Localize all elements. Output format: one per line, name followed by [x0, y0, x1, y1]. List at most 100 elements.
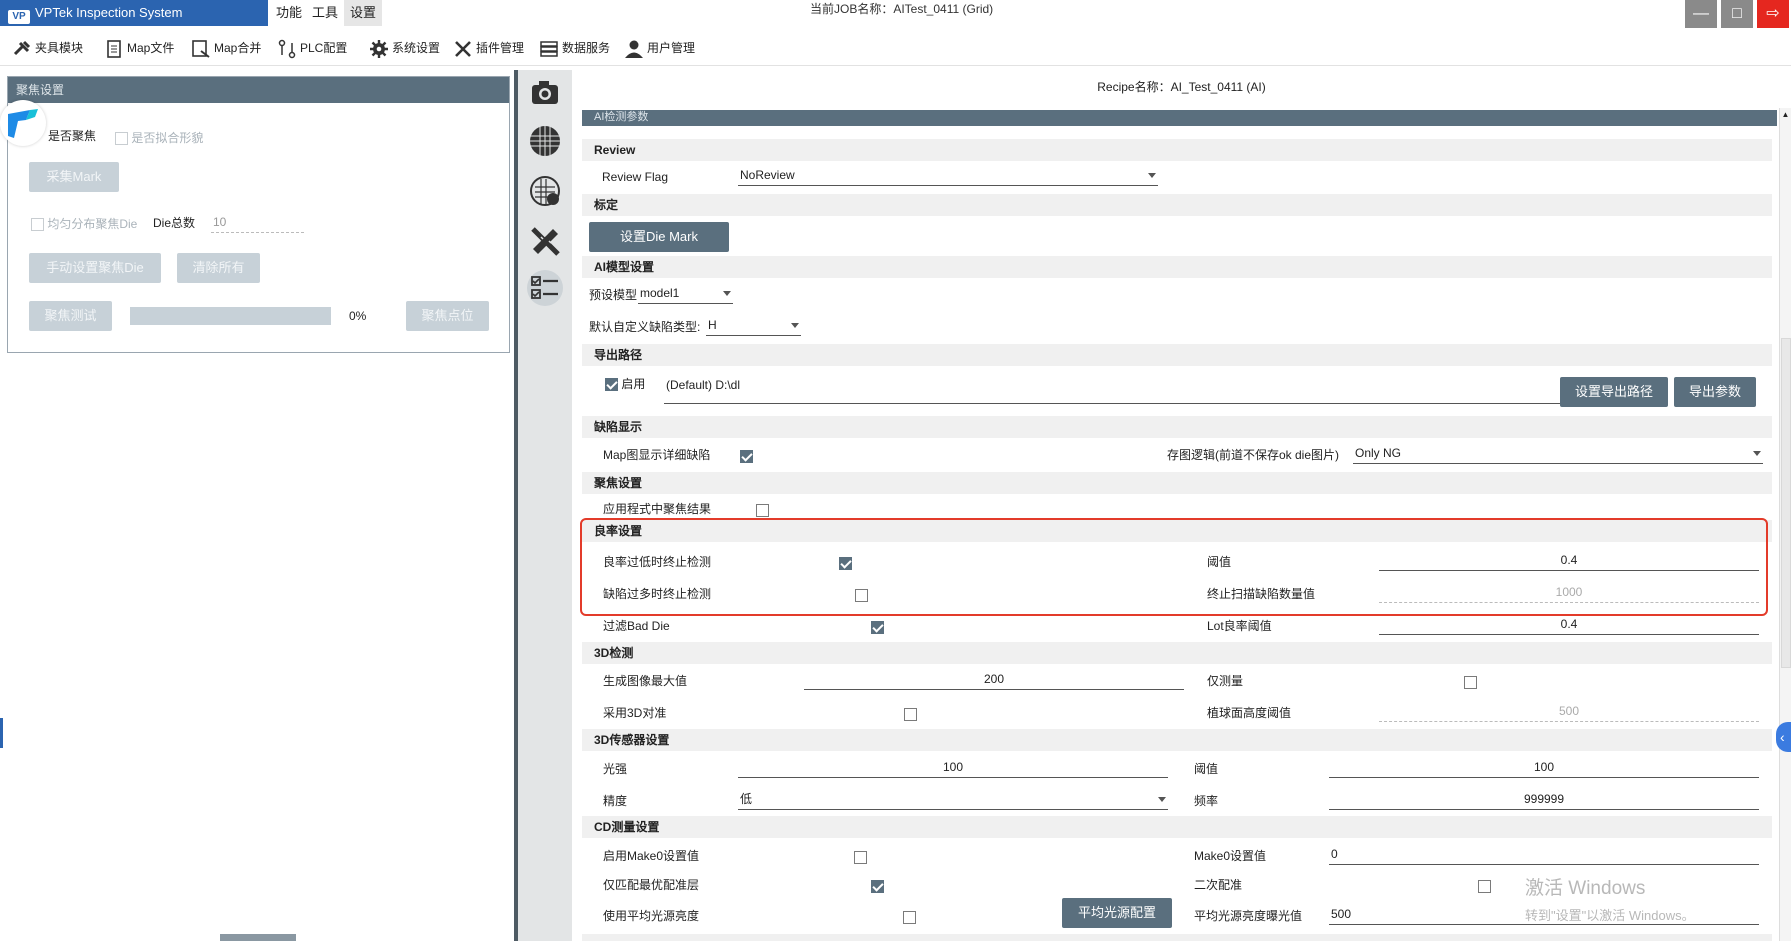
uniform-box [31, 218, 44, 232]
checklist-icon[interactable] [527, 270, 563, 306]
frequency-label: 频率 [1194, 794, 1219, 808]
make0-enable-checkbox[interactable] [854, 851, 868, 865]
frequency-input[interactable]: 999999 [1329, 790, 1759, 810]
light-intensity-input[interactable]: 100 [738, 758, 1168, 778]
fit-shape-label: 是否拟合形貌 [131, 131, 204, 145]
menu-settings[interactable]: 设置 [344, 0, 383, 26]
review-flag-value: NoReview [740, 168, 795, 182]
chevron-down-icon [1148, 173, 1156, 178]
uniform-checkbox[interactable]: 均匀分布聚焦Die [31, 215, 137, 232]
preset-model-label: 预设模型 [589, 288, 638, 302]
die-total-input[interactable]: 10 [211, 213, 304, 233]
minimize-icon[interactable]: — [1685, 0, 1717, 28]
next-section-edge [582, 934, 1772, 941]
windows-activation-hint: 转到"设置"以激活 Windows。 [1525, 908, 1695, 923]
section-cd-measure: CD测量设置 [582, 816, 1772, 838]
toolbar-plugin[interactable]: 插件管理 [453, 36, 524, 60]
left-edge-marker [0, 718, 3, 748]
wafer-map-icon[interactable] [527, 173, 563, 209]
section-defect-display: 缺陷显示 [582, 416, 1772, 438]
export-params-button[interactable]: 导出参数 [1674, 377, 1756, 407]
toolbar: 夹具模块 Map文件 Map合并 PLC配置 系统设置 插件管理 数据服务 用户… [0, 30, 1791, 66]
focus-label: 是否聚焦 [48, 129, 97, 143]
avg-light-checkbox[interactable] [903, 911, 917, 925]
apply-focus-checkbox[interactable] [756, 504, 770, 518]
preset-model-select[interactable]: model1 [638, 284, 733, 304]
max-image-input[interactable]: 200 [804, 670, 1184, 690]
toolbar-system-settings[interactable]: 系统设置 [369, 36, 440, 60]
wafer-grid-icon[interactable] [527, 123, 563, 159]
ruler-pencil-icon[interactable] [527, 223, 563, 259]
set-export-path-button[interactable]: 设置导出路径 [1560, 377, 1668, 407]
export-path-value: (Default) D:\dl [666, 378, 741, 392]
export-enable-checkbox[interactable]: 启用 [605, 375, 645, 392]
data-service-icon [540, 41, 558, 57]
preset-model-value: model1 [640, 286, 680, 300]
menu-tools[interactable]: 工具 [306, 0, 344, 26]
focus-checkbox-row[interactable]: 是否聚焦 [48, 127, 96, 145]
recipe-name: Recipe名称：AI_Test_0411 (AI) [1097, 80, 1266, 94]
avg-light-config-button[interactable]: 平均光源配置 [1062, 898, 1172, 928]
export-path-field[interactable]: (Default) D:\dl [664, 378, 1644, 404]
toolbar-map-merge[interactable]: Map合并 [191, 36, 261, 60]
section-3d-detect: 3D检测 [582, 642, 1772, 664]
align-3d-checkbox[interactable] [904, 708, 918, 722]
review-flag-select[interactable]: NoReview [738, 166, 1158, 186]
save-logic-value: Only NG [1355, 446, 1402, 460]
tools-icon [455, 40, 471, 57]
scrollbar-thumb[interactable] [1781, 338, 1791, 668]
app-logo-icon: VP [8, 10, 30, 24]
filter-bad-die-checkbox[interactable] [871, 621, 885, 635]
align-3d-label: 采用3D对准 [603, 706, 667, 720]
capture-mark-button[interactable]: 采集Mark [29, 162, 119, 192]
lot-yield-input[interactable]: 0.4 [1379, 615, 1759, 635]
fixture-icon [13, 40, 31, 55]
toolbar-plc[interactable]: PLC配置 [277, 36, 347, 60]
apply-focus-label: 应用程式中聚焦结果 [603, 502, 712, 516]
toolbar-map-file[interactable]: Map文件 [104, 36, 174, 60]
ball-height-input[interactable]: 500 [1379, 702, 1759, 722]
scroll-up-icon[interactable]: ▲ [1781, 110, 1790, 120]
progress-text: 0% [349, 309, 367, 323]
map-merge-icon [192, 40, 210, 58]
defect-type-value: H [708, 318, 717, 332]
clear-all-button[interactable]: 清除所有 [177, 253, 260, 283]
logout-icon[interactable]: ⇨ [1757, 0, 1789, 28]
focus-progress-bar [130, 307, 331, 325]
focus-test-button[interactable]: 聚焦测试 [29, 301, 112, 331]
sensor-threshold-input[interactable]: 100 [1329, 758, 1759, 778]
defect-type-select[interactable]: H [706, 316, 801, 336]
maximize-icon[interactable]: □ [1721, 0, 1753, 28]
lot-yield-label: Lot良率阈值 [1207, 619, 1272, 633]
collapse-chevron-icon[interactable]: ‹ [1776, 722, 1791, 752]
windows-activation-watermark: 激活 Windows [1525, 878, 1646, 899]
max-image-label: 生成图像最大值 [603, 674, 688, 688]
best-layer-checkbox[interactable] [870, 880, 884, 894]
save-logic-select[interactable]: Only NG [1353, 444, 1763, 464]
make0-value-input[interactable]: 0 [1329, 845, 1759, 865]
toolbar-user[interactable]: 用户管理 [624, 36, 695, 60]
focus-point-button[interactable]: 聚焦点位 [406, 301, 489, 331]
sensor-threshold-label: 阈值 [1194, 762, 1219, 776]
gear-icon [370, 39, 388, 58]
set-die-mark-button[interactable]: 设置Die Mark [589, 222, 729, 252]
chevron-down-icon [1158, 797, 1166, 802]
toolbar-data-service[interactable]: 数据服务 [539, 36, 610, 60]
map-detail-checkbox[interactable] [740, 450, 753, 464]
chevron-down-icon [723, 291, 731, 296]
second-align-checkbox[interactable] [1478, 880, 1492, 894]
focus-settings-panel: 聚焦设置 是否聚焦 是否拟合形貌 采集Mark 均匀分布聚焦Die Die总数 … [7, 76, 510, 353]
fit-shape-checkbox[interactable]: 是否拟合形貌 [115, 129, 203, 146]
toolbar-fixture[interactable]: 夹具模块 [12, 36, 83, 60]
precision-select[interactable]: 低 [738, 790, 1168, 810]
make0-value-label: Make0设置值 [1194, 849, 1267, 863]
measure-only-checkbox[interactable] [1463, 676, 1477, 690]
second-align-label: 二次配准 [1194, 878, 1243, 892]
left-bottom-tab[interactable] [220, 934, 296, 941]
camera-icon[interactable] [527, 75, 563, 111]
floating-app-icon[interactable] [0, 100, 46, 146]
precision-label: 精度 [603, 794, 628, 808]
job-name: 当前JOB名称：AITest_0411 (Grid) [810, 2, 994, 16]
manual-set-die-button[interactable]: 手动设置聚焦Die [29, 253, 161, 283]
menu-function[interactable]: 功能 [270, 0, 308, 26]
